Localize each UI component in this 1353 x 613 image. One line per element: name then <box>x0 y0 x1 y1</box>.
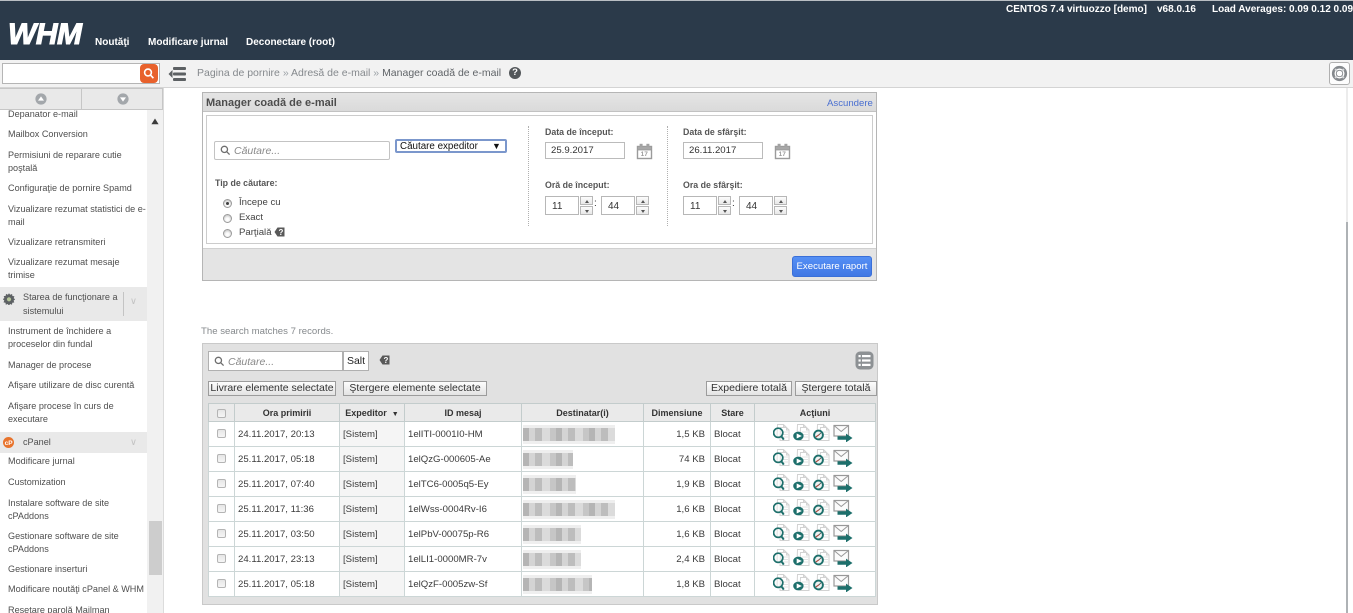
svg-text:?: ? <box>279 228 284 237</box>
svg-text:17: 17 <box>779 151 787 158</box>
svg-text:cP: cP <box>5 440 14 447</box>
svg-text:17: 17 <box>641 151 649 158</box>
svg-text:?: ? <box>384 356 389 365</box>
